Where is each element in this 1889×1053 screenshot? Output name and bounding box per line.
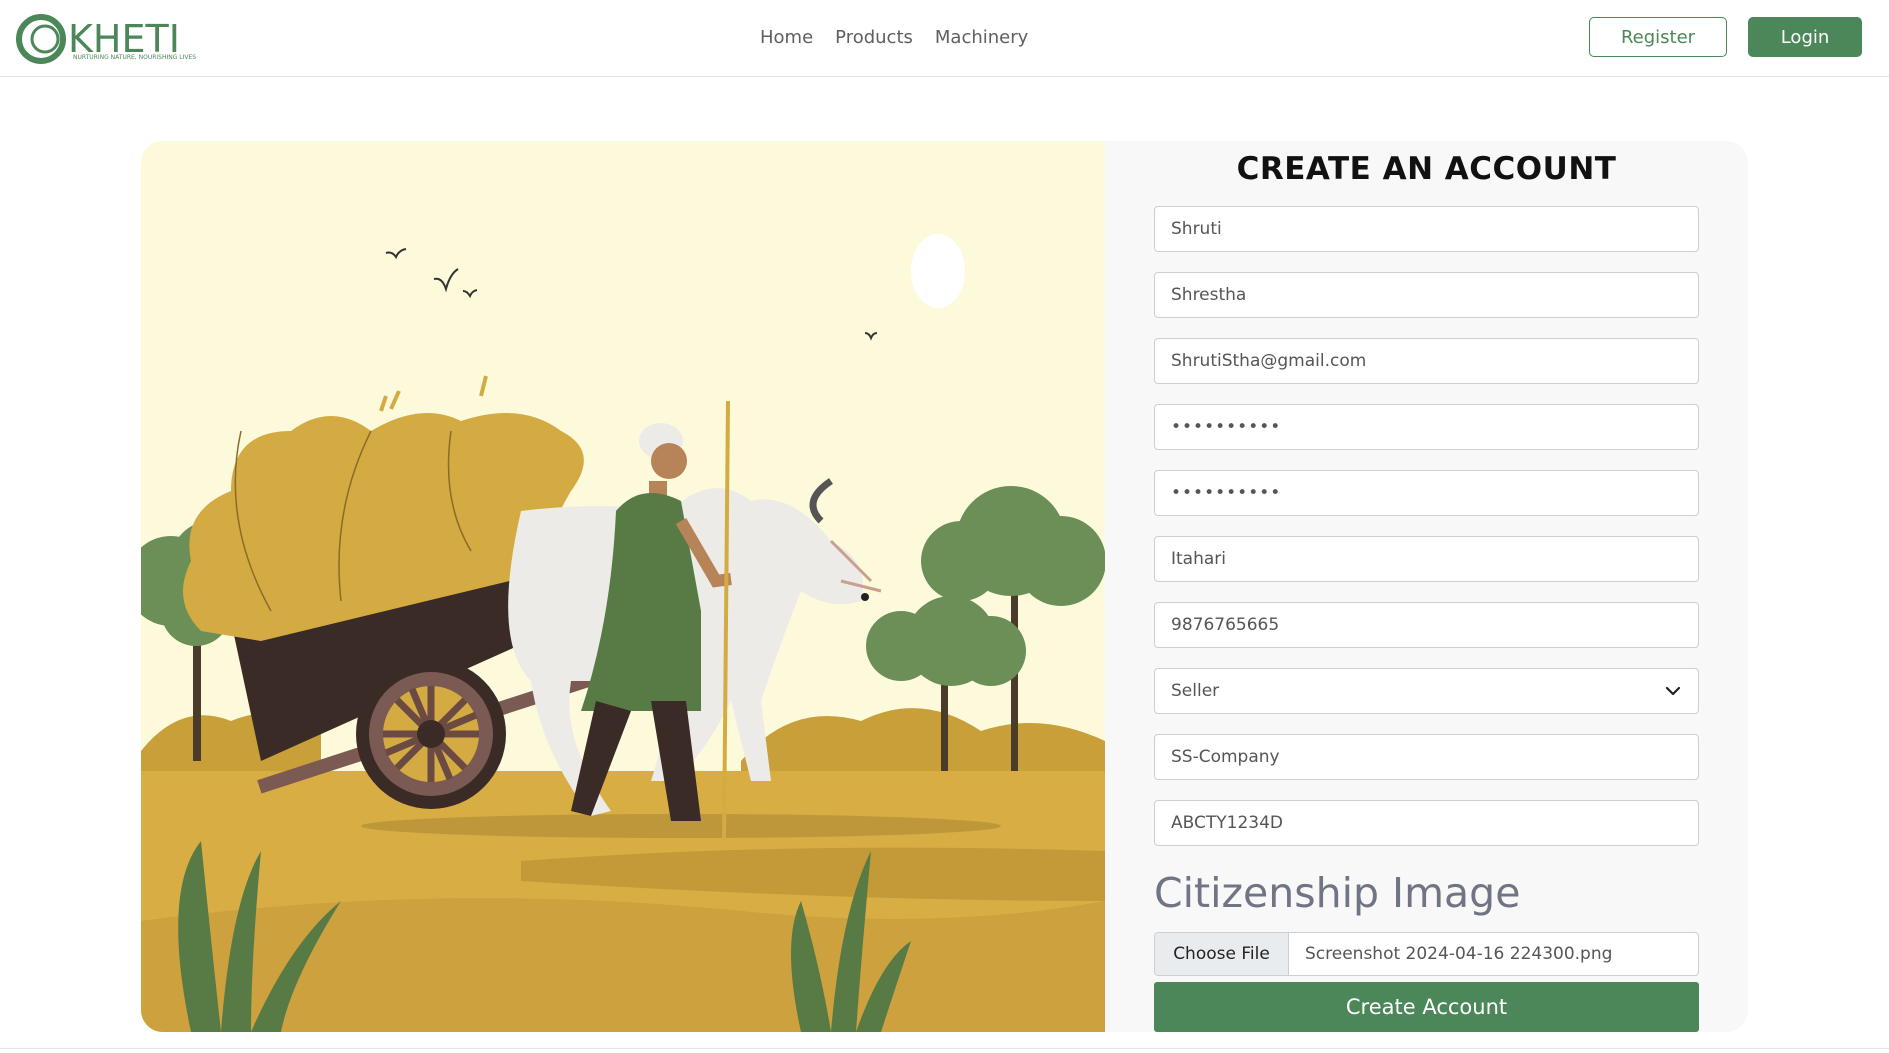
signup-card: CREATE AN ACCOUNT Shruti Shrestha Shruti… xyxy=(141,141,1748,1032)
citizenship-heading: Citizenship Image xyxy=(1154,869,1521,917)
register-button[interactable]: Register xyxy=(1589,17,1727,57)
login-button[interactable]: Login xyxy=(1748,17,1862,57)
moon-shape xyxy=(911,234,965,308)
create-account-button[interactable]: Create Account xyxy=(1154,982,1699,1032)
nav-link-products[interactable]: Products xyxy=(835,22,913,54)
phone-field[interactable]: 9876765665 xyxy=(1154,602,1699,648)
nav-link-machinery[interactable]: Machinery xyxy=(935,22,1028,54)
email-field[interactable]: ShrutiStha@gmail.com xyxy=(1154,338,1699,384)
company-field[interactable]: SS-Company xyxy=(1154,734,1699,780)
form-title: CREATE AN ACCOUNT xyxy=(1236,151,1617,187)
footer-divider xyxy=(0,1048,1889,1049)
citizenship-file-input[interactable]: Choose File Screenshot 2024-04-16 224300… xyxy=(1154,932,1699,976)
brand-tagline: NURTURING NATURE, NOURISHING LIVES xyxy=(73,54,196,61)
selected-file-name: Screenshot 2024-04-16 224300.png xyxy=(1305,944,1613,964)
last-name-field[interactable]: Shrestha xyxy=(1154,272,1699,318)
choose-file-button[interactable]: Choose File xyxy=(1155,933,1289,975)
first-name-field[interactable]: Shruti xyxy=(1154,206,1699,252)
signup-form: CREATE AN ACCOUNT Shruti Shrestha Shruti… xyxy=(1105,141,1748,1032)
password-field[interactable]: •••••••••• xyxy=(1154,404,1699,450)
role-select-value: Seller xyxy=(1171,681,1220,701)
farmer-illustration xyxy=(141,141,1105,1032)
pan-field[interactable]: ABCTY1234D xyxy=(1154,800,1699,846)
role-select[interactable]: Seller xyxy=(1154,668,1699,714)
chevron-down-icon xyxy=(1665,686,1681,696)
navbar: KHETI NURTURING NATURE, NOURISHING LIVES… xyxy=(0,0,1889,77)
address-field[interactable]: Itahari xyxy=(1154,536,1699,582)
nav-link-home[interactable]: Home xyxy=(760,22,813,54)
confirm-password-field[interactable]: •••••••••• xyxy=(1154,470,1699,516)
main-nav: Home Products Machinery xyxy=(760,22,1028,54)
kheti-logo[interactable]: KHETI NURTURING NATURE, NOURISHING LIVES xyxy=(16,10,216,66)
kheti-logo-icon: KHETI NURTURING NATURE, NOURISHING LIVES xyxy=(16,14,196,64)
